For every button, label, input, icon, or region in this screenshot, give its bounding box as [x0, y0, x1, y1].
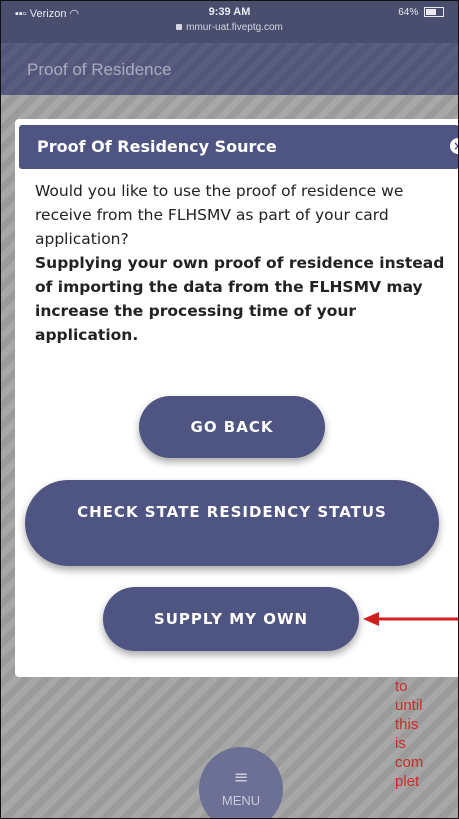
supply-my-own-button[interactable]: SUPPLY MY OWN	[103, 587, 359, 651]
page-title: Proof of Residence	[27, 60, 172, 79]
red-text-line: com	[395, 754, 424, 771]
modal-question: Would you like to use the proof of resid…	[35, 182, 404, 248]
modal-header: Proof Of Residency Source ×	[19, 125, 458, 169]
modal-warning: Supplying your own proof of residence in…	[35, 254, 445, 344]
background-red-text: to until this is com plet	[395, 677, 445, 791]
red-text-line: this	[395, 716, 419, 733]
page-header: Proof of Residence	[1, 43, 458, 95]
close-icon[interactable]: ×	[447, 135, 458, 157]
address-bar[interactable]: mmur-uat.fiveptg.com	[1, 22, 458, 33]
red-text-line: until	[395, 697, 423, 714]
clock: 9:39 AM	[208, 6, 251, 18]
red-text-line: to	[395, 678, 408, 695]
battery-indicator: 64%	[398, 7, 444, 18]
battery-percent: 64%	[398, 7, 419, 18]
go-back-button[interactable]: GO BACK	[139, 396, 325, 458]
battery-icon	[424, 7, 444, 18]
modal-body: Would you like to use the proof of resid…	[35, 179, 445, 347]
red-text-line: plet	[395, 773, 420, 790]
url-text: mmur-uat.fiveptg.com	[186, 22, 283, 33]
hamburger-icon: ≡	[233, 767, 249, 788]
status-bar: ▪▪▫ Verizon ◠ 9:39 AM mmur-uat.fiveptg.c…	[1, 1, 458, 43]
lock-icon	[176, 24, 183, 31]
check-state-residency-status-button[interactable]: CHECK STATE RESIDENCY STATUS	[25, 480, 439, 566]
modal-title: Proof Of Residency Source	[37, 137, 277, 156]
red-text-line: is	[395, 735, 406, 752]
annotation-arrow-icon	[363, 612, 458, 626]
check-status-label: CHECK STATE RESIDENCY STATUS	[77, 503, 387, 521]
menu-label: MENU	[221, 793, 261, 808]
phone-screenshot: ▪▪▫ Verizon ◠ 9:39 AM mmur-uat.fiveptg.c…	[0, 0, 459, 819]
